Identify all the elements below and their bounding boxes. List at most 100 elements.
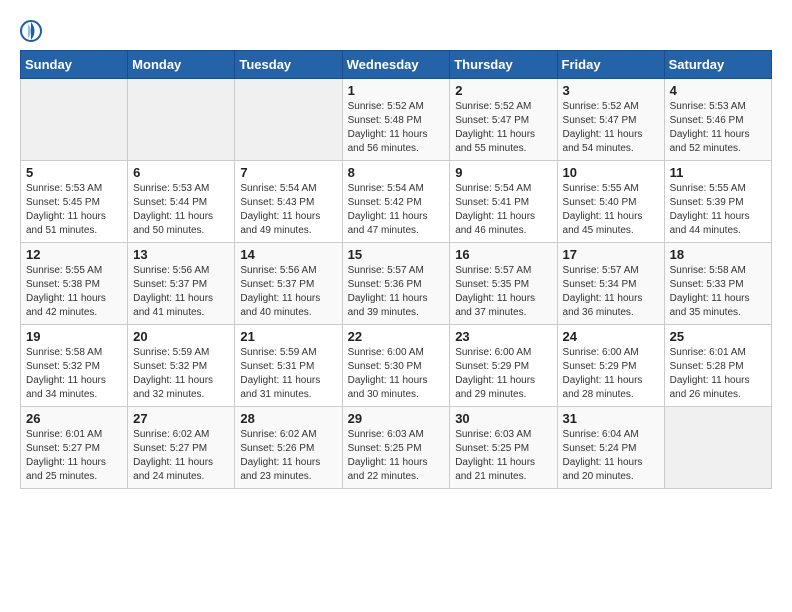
calendar-cell: 2 Sunrise: 5:52 AM Sunset: 5:47 PM Daylig… [450, 79, 557, 161]
day-number: 11 [670, 165, 766, 180]
cell-content: Sunrise: 5:55 AM Sunset: 5:40 PM Dayligh… [563, 182, 659, 238]
calendar-cell: 27 Sunrise: 6:02 AM Sunset: 5:27 PM Dayli… [128, 407, 235, 489]
calendar-cell: 14 Sunrise: 5:56 AM Sunset: 5:37 PM Dayli… [235, 243, 342, 325]
day-number: 23 [455, 329, 551, 344]
cell-content: Sunrise: 5:55 AM Sunset: 5:39 PM Dayligh… [670, 182, 766, 238]
calendar-cell: 9 Sunrise: 5:54 AM Sunset: 5:41 PM Daylig… [450, 161, 557, 243]
cell-content: Sunrise: 5:56 AM Sunset: 5:37 PM Dayligh… [133, 264, 229, 320]
day-number: 16 [455, 247, 551, 262]
calendar-week-4: 19 Sunrise: 5:58 AM Sunset: 5:32 PM Dayli… [21, 325, 772, 407]
calendar-cell: 4 Sunrise: 5:53 AM Sunset: 5:46 PM Daylig… [664, 79, 771, 161]
calendar-cell: 31 Sunrise: 6:04 AM Sunset: 5:24 PM Dayli… [557, 407, 664, 489]
cell-content: Sunrise: 6:02 AM Sunset: 5:26 PM Dayligh… [240, 428, 336, 484]
day-number: 8 [348, 165, 445, 180]
calendar-cell: 19 Sunrise: 5:58 AM Sunset: 5:32 PM Dayli… [21, 325, 128, 407]
calendar-cell: 22 Sunrise: 6:00 AM Sunset: 5:30 PM Dayli… [342, 325, 450, 407]
calendar-cell: 8 Sunrise: 5:54 AM Sunset: 5:42 PM Daylig… [342, 161, 450, 243]
day-number: 3 [563, 83, 659, 98]
calendar-cell: 17 Sunrise: 5:57 AM Sunset: 5:34 PM Dayli… [557, 243, 664, 325]
weekday-header-wednesday: Wednesday [342, 51, 450, 79]
calendar-week-1: 1Sunrise: 5:52 AM Sunset: 5:48 PM Daylig… [21, 79, 772, 161]
day-number: 7 [240, 165, 336, 180]
day-number: 30 [455, 411, 551, 426]
calendar-cell: 29 Sunrise: 6:03 AM Sunset: 5:25 PM Dayli… [342, 407, 450, 489]
cell-content: Sunrise: 5:54 AM Sunset: 5:42 PM Dayligh… [348, 182, 445, 238]
cell-content: Sunrise: 6:04 AM Sunset: 5:24 PM Dayligh… [563, 428, 659, 484]
calendar-cell [21, 79, 128, 161]
day-number: 31 [563, 411, 659, 426]
calendar-cell: 13 Sunrise: 5:56 AM Sunset: 5:37 PM Dayli… [128, 243, 235, 325]
day-number: 6 [133, 165, 229, 180]
cell-content: Sunrise: 6:00 AM Sunset: 5:29 PM Dayligh… [455, 346, 551, 402]
calendar-cell: 7 Sunrise: 5:54 AM Sunset: 5:43 PM Daylig… [235, 161, 342, 243]
day-number: 27 [133, 411, 229, 426]
cell-content: Sunrise: 5:56 AM Sunset: 5:37 PM Dayligh… [240, 264, 336, 320]
weekday-header-sunday: Sunday [21, 51, 128, 79]
calendar-cell: 6 Sunrise: 5:53 AM Sunset: 5:44 PM Daylig… [128, 161, 235, 243]
calendar-cell: 21Sunrise: 5:59 AM Sunset: 5:31 PM Dayli… [235, 325, 342, 407]
cell-content: Sunrise: 6:00 AM Sunset: 5:29 PM Dayligh… [563, 346, 659, 402]
day-number: 19 [26, 329, 122, 344]
cell-content: Sunrise: 5:57 AM Sunset: 5:34 PM Dayligh… [563, 264, 659, 320]
day-number: 22 [348, 329, 445, 344]
cell-content: Sunrise: 6:03 AM Sunset: 5:25 PM Dayligh… [348, 428, 445, 484]
cell-content: Sunrise: 5:52 AM Sunset: 5:47 PM Dayligh… [563, 100, 659, 156]
day-number: 15 [348, 247, 445, 262]
day-number: 20 [133, 329, 229, 344]
weekday-header-thursday: Thursday [450, 51, 557, 79]
calendar-cell: 11 Sunrise: 5:55 AM Sunset: 5:39 PM Dayli… [664, 161, 771, 243]
day-number: 13 [133, 247, 229, 262]
cell-content: Sunrise: 5:59 AM Sunset: 5:31 PM Dayligh… [240, 346, 336, 402]
calendar-week-5: 26Sunrise: 6:01 AM Sunset: 5:27 PM Dayli… [21, 407, 772, 489]
day-number: 29 [348, 411, 445, 426]
calendar-cell: 15 Sunrise: 5:57 AM Sunset: 5:36 PM Dayli… [342, 243, 450, 325]
day-number: 14 [240, 247, 336, 262]
day-number: 1 [348, 83, 445, 98]
calendar-table: SundayMondayTuesdayWednesdayThursdayFrid… [20, 50, 772, 489]
calendar-cell: 18 Sunrise: 5:58 AM Sunset: 5:33 PM Dayli… [664, 243, 771, 325]
day-number: 2 [455, 83, 551, 98]
cell-content: Sunrise: 5:52 AM Sunset: 5:47 PM Dayligh… [455, 100, 551, 156]
day-number: 18 [670, 247, 766, 262]
cell-content: Sunrise: 6:03 AM Sunset: 5:25 PM Dayligh… [455, 428, 551, 484]
weekday-header-monday: Monday [128, 51, 235, 79]
cell-content: Sunrise: 5:54 AM Sunset: 5:43 PM Dayligh… [240, 182, 336, 238]
day-number: 28 [240, 411, 336, 426]
calendar-cell: 12Sunrise: 5:55 AM Sunset: 5:38 PM Dayli… [21, 243, 128, 325]
calendar-week-3: 12Sunrise: 5:55 AM Sunset: 5:38 PM Dayli… [21, 243, 772, 325]
calendar-cell: 26Sunrise: 6:01 AM Sunset: 5:27 PM Dayli… [21, 407, 128, 489]
page-header [20, 20, 772, 40]
day-number: 9 [455, 165, 551, 180]
weekday-header-tuesday: Tuesday [235, 51, 342, 79]
cell-content: Sunrise: 5:54 AM Sunset: 5:41 PM Dayligh… [455, 182, 551, 238]
day-number: 4 [670, 83, 766, 98]
logo-icon [20, 20, 40, 40]
calendar-cell [128, 79, 235, 161]
cell-content: Sunrise: 5:58 AM Sunset: 5:33 PM Dayligh… [670, 264, 766, 320]
day-number: 25 [670, 329, 766, 344]
cell-content: Sunrise: 5:57 AM Sunset: 5:35 PM Dayligh… [455, 264, 551, 320]
cell-content: Sunrise: 5:59 AM Sunset: 5:32 PM Dayligh… [133, 346, 229, 402]
cell-content: Sunrise: 5:57 AM Sunset: 5:36 PM Dayligh… [348, 264, 445, 320]
calendar-cell: 10Sunrise: 5:55 AM Sunset: 5:40 PM Dayli… [557, 161, 664, 243]
weekday-header-saturday: Saturday [664, 51, 771, 79]
weekday-header-row: SundayMondayTuesdayWednesdayThursdayFrid… [21, 51, 772, 79]
cell-content: Sunrise: 6:00 AM Sunset: 5:30 PM Dayligh… [348, 346, 445, 402]
calendar-cell: 20 Sunrise: 5:59 AM Sunset: 5:32 PM Dayli… [128, 325, 235, 407]
cell-content: Sunrise: 5:53 AM Sunset: 5:44 PM Dayligh… [133, 182, 229, 238]
day-number: 17 [563, 247, 659, 262]
cell-content: Sunrise: 5:58 AM Sunset: 5:32 PM Dayligh… [26, 346, 122, 402]
day-number: 24 [563, 329, 659, 344]
calendar-cell: 28 Sunrise: 6:02 AM Sunset: 5:26 PM Dayli… [235, 407, 342, 489]
weekday-header-friday: Friday [557, 51, 664, 79]
cell-content: Sunrise: 5:53 AM Sunset: 5:46 PM Dayligh… [670, 100, 766, 156]
calendar-cell: 25 Sunrise: 6:01 AM Sunset: 5:28 PM Dayli… [664, 325, 771, 407]
calendar-week-2: 5Sunrise: 5:53 AM Sunset: 5:45 PM Daylig… [21, 161, 772, 243]
day-number: 5 [26, 165, 122, 180]
calendar-cell [235, 79, 342, 161]
cell-content: Sunrise: 6:01 AM Sunset: 5:27 PM Dayligh… [26, 428, 122, 484]
cell-content: Sunrise: 6:01 AM Sunset: 5:28 PM Dayligh… [670, 346, 766, 402]
cell-content: Sunrise: 6:02 AM Sunset: 5:27 PM Dayligh… [133, 428, 229, 484]
logo [20, 20, 44, 40]
calendar-cell: 30 Sunrise: 6:03 AM Sunset: 5:25 PM Dayli… [450, 407, 557, 489]
